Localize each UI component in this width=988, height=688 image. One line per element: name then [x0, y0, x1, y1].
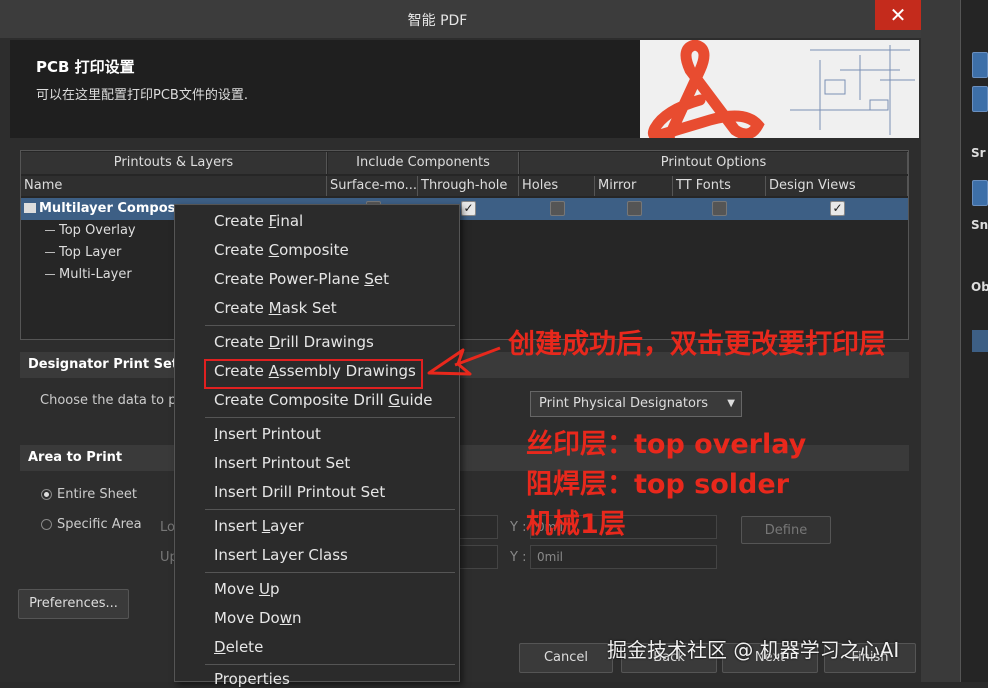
designator-select[interactable]: Print Physical Designators ▼: [530, 391, 742, 417]
menu-item-move-up[interactable]: Move Up: [214, 580, 280, 598]
watermark: 掘金技术社区 @ 机器学习之心AI: [607, 638, 900, 662]
column-holes[interactable]: Holes: [519, 176, 595, 196]
page-subtitle: 可以在这里配置打印PCB文件的设置.: [36, 88, 248, 103]
menu-separator: [205, 417, 455, 418]
panel-label: Sn: [971, 218, 988, 232]
menu-item-create-power-plane-set[interactable]: Create Power-Plane Set: [214, 270, 389, 288]
preferences-button[interactable]: Preferences...: [18, 589, 129, 619]
column-tt-fonts[interactable]: TT Fonts: [673, 176, 766, 196]
close-button[interactable]: ✕: [875, 0, 921, 30]
page-title: PCB 打印设置: [36, 58, 135, 76]
menu-item-insert-layer[interactable]: Insert Layer: [214, 517, 304, 535]
column-mirror[interactable]: Mirror: [595, 176, 673, 196]
specific-area-radio[interactable]: [41, 519, 52, 530]
column-surface-mount[interactable]: Surface-mo...: [327, 176, 418, 196]
annotation-solder: 阻焊层：top solder: [526, 469, 790, 500]
menu-separator: [205, 325, 455, 326]
designator-label: Choose the data to print: [40, 393, 174, 408]
menu-item-insert-printout[interactable]: Insert Printout: [214, 425, 321, 443]
menu-item-create-mask-set[interactable]: Create Mask Set: [214, 299, 337, 317]
upper-y-input[interactable]: 0mil: [530, 545, 717, 569]
panel-button[interactable]: [972, 52, 988, 78]
tree-branch-icon: [45, 274, 55, 275]
lower-left-label: Lo: [160, 520, 175, 535]
column-through-hole[interactable]: Through-hole: [418, 176, 519, 196]
pdf-logo-art: [640, 40, 919, 138]
annotation-overlay: 丝印层：top overlay: [526, 429, 807, 460]
tree-branch-icon: [45, 252, 55, 253]
y-label: Y :: [510, 520, 527, 535]
printout-icon: [24, 203, 36, 213]
pdf-logo-icon: [640, 40, 919, 138]
group-header-components: Include Components: [328, 152, 519, 174]
highlight-box: [204, 359, 423, 389]
menu-item-create-composite[interactable]: Create Composite: [214, 241, 349, 259]
entire-sheet-label: Entire Sheet: [57, 487, 137, 502]
upper-x-input[interactable]: [458, 545, 498, 569]
panel-button[interactable]: [972, 86, 988, 112]
panel-label: Sr: [971, 146, 986, 160]
panel-label: Ob: [971, 280, 988, 294]
tree-branch-icon: [45, 230, 55, 231]
menu-item-insert-printout-set[interactable]: Insert Printout Set: [214, 454, 350, 472]
checkbox-mirror[interactable]: [627, 201, 642, 216]
checkbox-holes[interactable]: [550, 201, 565, 216]
panel-selection: [972, 330, 988, 352]
tree-item-layer[interactable]: Multi-Layer: [59, 267, 132, 282]
tree-item-composite[interactable]: Multilayer Composite Print: [39, 201, 175, 216]
entire-sheet-radio[interactable]: [41, 489, 52, 500]
tree-item-layer[interactable]: Top Overlay: [59, 223, 136, 238]
menu-item-insert-drill-printout-set[interactable]: Insert Drill Printout Set: [214, 483, 385, 501]
annotation-mechanical: 机械1层: [526, 509, 626, 540]
group-header-printouts: Printouts & Layers: [21, 152, 327, 174]
menu-item-insert-layer-class[interactable]: Insert Layer Class: [214, 546, 348, 564]
group-header-options: Printout Options: [520, 152, 908, 174]
menu-item-properties[interactable]: Properties: [214, 670, 290, 688]
menu-separator: [205, 509, 455, 510]
designator-select-value: Print Physical Designators: [539, 396, 709, 411]
tree-item-layer[interactable]: Top Layer: [59, 245, 121, 260]
column-name[interactable]: Name: [21, 176, 327, 196]
window-title: 智能 PDF: [407, 13, 468, 29]
menu-item-create-final[interactable]: Create Final: [214, 212, 303, 230]
menu-item-create-drill-drawings[interactable]: Create Drill Drawings: [214, 333, 374, 351]
checkbox-through-hole[interactable]: ✓: [461, 201, 476, 216]
lower-x-input[interactable]: [458, 515, 498, 539]
chevron-down-icon: ▼: [727, 398, 735, 409]
menu-item-create-composite-drill-guide[interactable]: Create Composite Drill Guide: [214, 391, 432, 409]
checkbox-design-views[interactable]: ✓: [830, 201, 845, 216]
menu-separator: [205, 664, 455, 665]
specific-area-label: Specific Area: [57, 517, 142, 532]
annotation-instruction: 创建成功后，双击更改要打印层: [508, 329, 886, 360]
menu-separator: [205, 572, 455, 573]
y-label: Y :: [510, 550, 527, 565]
checkbox-tt-fonts[interactable]: [712, 201, 727, 216]
window-edge: [921, 0, 960, 682]
column-design-views[interactable]: Design Views: [766, 176, 908, 196]
menu-item-delete[interactable]: Delete: [214, 638, 263, 656]
annotation-arrow-icon: [427, 346, 501, 376]
cancel-button[interactable]: Cancel: [519, 643, 613, 673]
define-button[interactable]: Define: [741, 516, 831, 544]
menu-item-move-down[interactable]: Move Down: [214, 609, 302, 627]
area-section-title: Area to Print: [28, 450, 123, 465]
panel-button[interactable]: [972, 180, 988, 206]
